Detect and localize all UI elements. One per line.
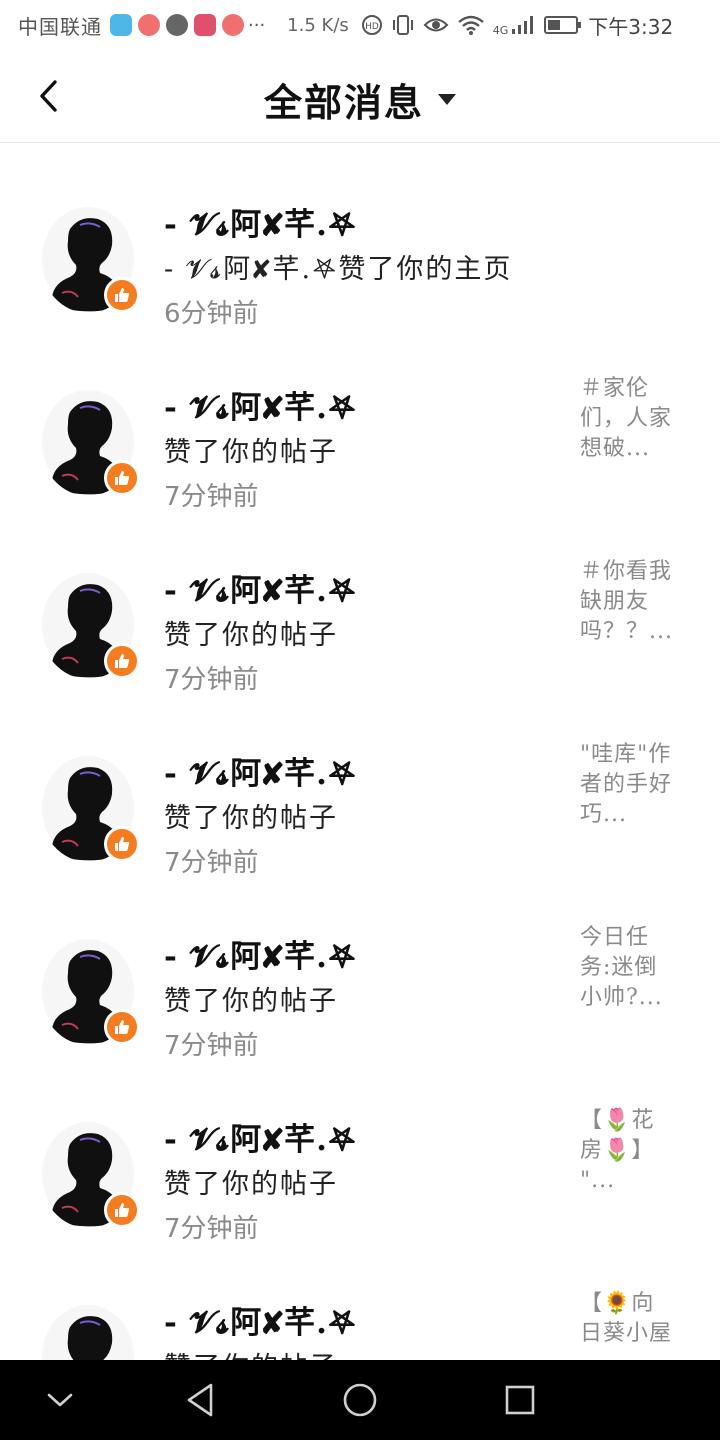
sender-name[interactable]: - 𝓥𝓼阿✘芊.𖤐 — [164, 565, 357, 611]
header-bar: 全部消息 — [0, 50, 720, 143]
thumbs-up-icon — [115, 837, 130, 851]
recents-square-icon — [505, 1385, 535, 1415]
timestamp: 7分钟前 — [164, 665, 259, 695]
network-speed: 1.5 K/s — [287, 14, 349, 36]
like-badge — [104, 826, 140, 862]
carrier-label: 中国联通 — [18, 14, 102, 39]
eye-icon — [423, 18, 449, 32]
notification-text: 赞了你的帖子 — [164, 1169, 338, 1200]
message-filter-dropdown[interactable]: 全部消息 — [0, 72, 720, 127]
collapse-button[interactable] — [36, 1378, 84, 1422]
notification-text: 赞了你的帖子 — [164, 437, 338, 468]
app-icon — [138, 14, 160, 36]
post-preview[interactable]: "哇库"作 者的手好 巧... — [580, 740, 690, 830]
like-badge — [104, 1009, 140, 1045]
notification-text: 赞了你的帖子 — [164, 620, 338, 651]
list-item[interactable]: - 𝓥𝓼阿✘芊.𖤐 赞了你的帖子 7分钟前 "哇库"作 者的手好 巧... — [0, 692, 720, 878]
sender-name[interactable]: - 𝓥𝓼阿✘芊.𖤐 — [164, 199, 357, 245]
notification-text: 赞了你的帖子 — [164, 803, 338, 834]
notification-text: 赞了你的帖子 — [164, 1345, 338, 1360]
like-badge — [104, 277, 140, 313]
shield-icon — [110, 14, 132, 36]
more-notifications-indicator: ··· — [248, 14, 266, 36]
thumbs-up-icon — [115, 471, 130, 485]
recents-nav-button[interactable] — [496, 1378, 544, 1422]
list-item[interactable]: - 𝓥𝓼阿✘芊.𖤐 赞了你的帖子 7分钟前 今日任 务:迷倒 小帅?... — [0, 875, 720, 1061]
svg-text:HD: HD — [365, 22, 379, 32]
post-preview[interactable]: ＃你看我 缺朋友 吗？？... — [580, 557, 690, 647]
list-item[interactable]: - 𝓥𝓼阿✘芊.𖤐 赞了你的帖子 7分钟前 【🌷花 房🌷】 "... — [0, 1058, 720, 1244]
chat-icon — [166, 14, 188, 36]
like-badge — [104, 1192, 140, 1228]
collapse-chevron-icon — [47, 1393, 73, 1407]
list-item[interactable]: - 𝓥𝓼阿✘芊.𖤐 - 𝓥𝓼阿✘芊.𖤐赞了你的主页 6分钟前 — [0, 143, 720, 329]
home-circle-icon — [343, 1383, 377, 1417]
list-item[interactable]: - 𝓥𝓼阿✘芊.𖤐 赞了你的帖子 7分钟前 ＃家伦 们，人家 想破... — [0, 326, 720, 512]
post-preview[interactable]: ＃家伦 们，人家 想破... — [580, 374, 690, 464]
signal-icon — [512, 16, 534, 34]
clock: 下午3:32 — [588, 14, 674, 39]
avatar-image — [40, 1303, 136, 1360]
caret-down-icon — [438, 94, 456, 105]
sender-name[interactable]: - 𝓥𝓼阿✘芊.𖤐 — [164, 1297, 357, 1343]
page-title: 全部消息 — [263, 80, 424, 125]
list-item[interactable]: - 𝓥𝓼阿✘芊.𖤐 赞了你的帖子 7分钟前 ＃你看我 缺朋友 吗？？... — [0, 509, 720, 695]
avatar-silhouette — [42, 1305, 134, 1360]
post-preview[interactable]: 【🌷花 房🌷】 "... — [580, 1106, 690, 1196]
like-badge — [104, 460, 140, 496]
wifi-icon — [457, 15, 484, 35]
timestamp: 7分钟前 — [164, 482, 259, 512]
notification-text: 赞了你的帖子 — [164, 986, 338, 1017]
avatar[interactable] — [40, 937, 140, 1045]
avatar[interactable] — [40, 1303, 136, 1360]
battery-icon — [544, 16, 582, 34]
avatar[interactable] — [40, 205, 140, 313]
back-nav-button[interactable] — [176, 1378, 224, 1422]
thumbs-up-icon — [115, 654, 130, 668]
notification-icons — [110, 14, 244, 36]
sender-name[interactable]: - 𝓥𝓼阿✘芊.𖤐 — [164, 382, 357, 428]
like-badge — [104, 643, 140, 679]
sender-name[interactable]: - 𝓥𝓼阿✘芊.𖤐 — [164, 1114, 357, 1160]
video-icon — [194, 14, 216, 36]
timestamp: 7分钟前 — [164, 1214, 259, 1244]
app-icon — [222, 14, 244, 36]
avatar[interactable] — [40, 1120, 140, 1228]
timestamp: 7分钟前 — [164, 1031, 259, 1061]
avatar[interactable] — [40, 754, 140, 862]
notification-text: - 𝓥𝓼阿✘芊.𖤐赞了你的主页 — [164, 254, 513, 285]
hd-icon: HD — [361, 15, 382, 35]
home-nav-button[interactable] — [336, 1378, 384, 1422]
notification-list[interactable]: - 𝓥𝓼阿✘芊.𖤐 - 𝓥𝓼阿✘芊.𖤐赞了你的主页 6分钟前 - 𝓥𝓼阿✘芊.𖤐 赞了你… — [0, 143, 720, 1360]
avatar[interactable] — [40, 571, 140, 679]
system-navigation-bar — [0, 1360, 720, 1440]
network-type-label: 4G — [492, 23, 509, 37]
thumbs-up-icon — [115, 288, 130, 302]
thumbs-up-icon — [115, 1203, 130, 1217]
system-icons: HD 4G — [361, 14, 582, 37]
app-root: 中国联通 ··· 1.5 K/s HD 4G 下午3:32 全部消息 - 𝓥𝓼阿… — [0, 0, 720, 1440]
status-bar: 中国联通 ··· 1.5 K/s HD 4G 下午3:32 — [0, 0, 720, 50]
post-preview[interactable]: 今日任 务:迷倒 小帅?... — [580, 923, 690, 1013]
back-triangle-icon — [187, 1383, 213, 1417]
vibrate-icon — [392, 15, 413, 35]
timestamp: 7分钟前 — [164, 848, 259, 878]
avatar[interactable] — [40, 388, 140, 496]
sender-name[interactable]: - 𝓥𝓼阿✘芊.𖤐 — [164, 931, 357, 977]
list-item[interactable]: - 𝓥𝓼阿✘芊.𖤐 赞了你的帖子 【🌻向 日葵小屋 — [0, 1241, 720, 1360]
timestamp: 6分钟前 — [164, 299, 259, 329]
thumbs-up-icon — [115, 1020, 130, 1034]
post-preview[interactable]: 【🌻向 日葵小屋 — [580, 1289, 690, 1349]
sender-name[interactable]: - 𝓥𝓼阿✘芊.𖤐 — [164, 748, 357, 794]
